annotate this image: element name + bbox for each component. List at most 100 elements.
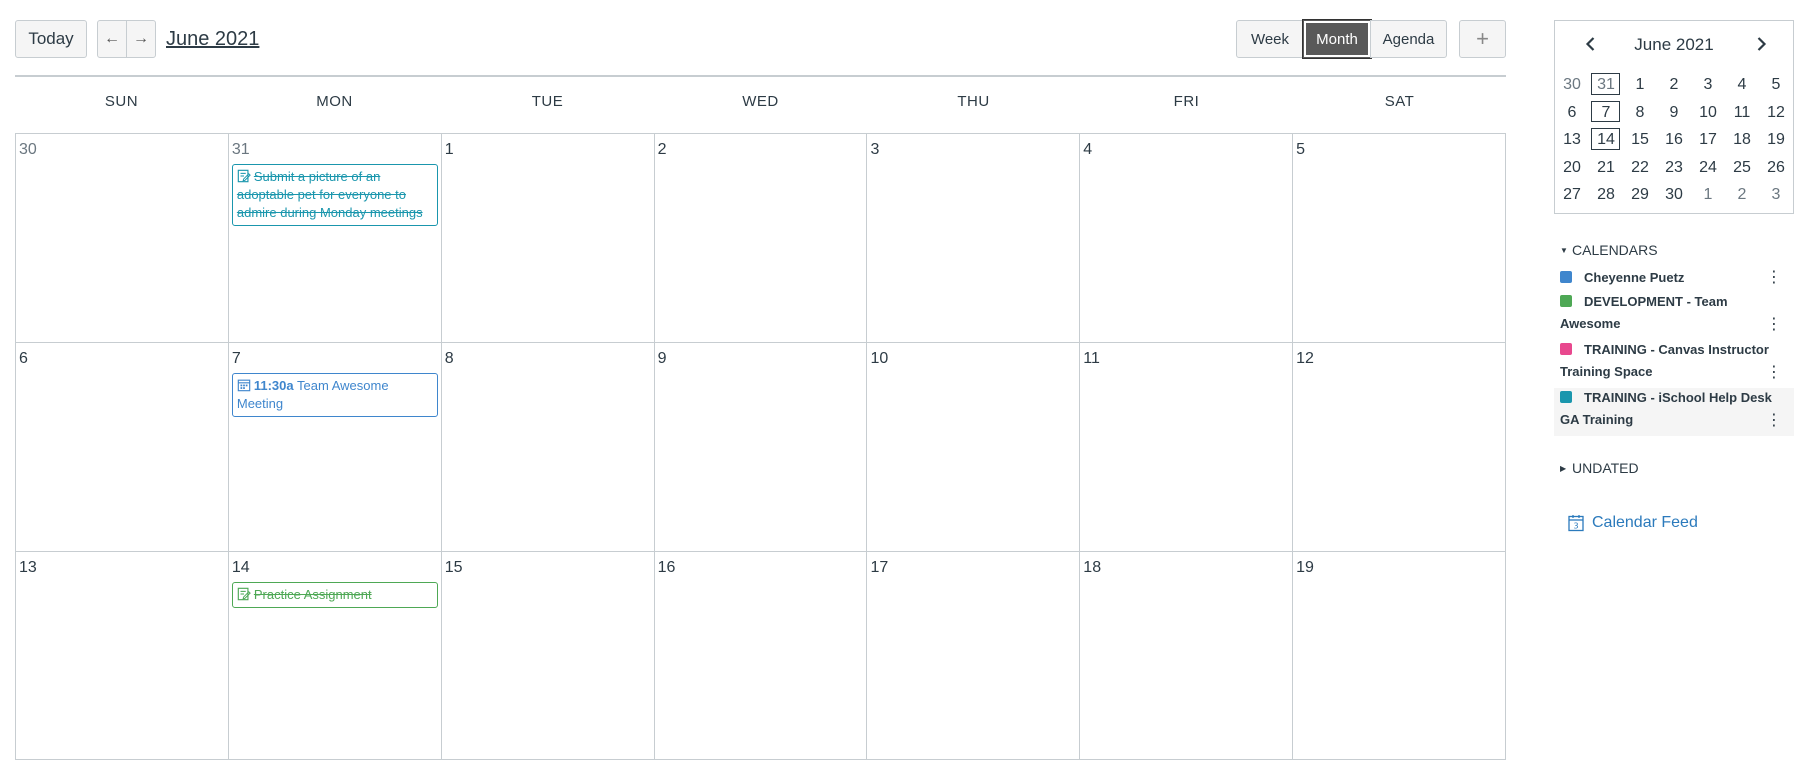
day-cell[interactable]: 11 bbox=[1079, 343, 1292, 551]
mini-day[interactable]: 31 bbox=[1589, 71, 1623, 99]
mini-day[interactable]: 6 bbox=[1555, 99, 1589, 127]
mini-day[interactable]: 8 bbox=[1623, 99, 1657, 127]
day-number: 1 bbox=[444, 141, 454, 158]
more-options-icon[interactable]: ⋮ bbox=[1766, 410, 1782, 430]
day-number: 19 bbox=[1296, 559, 1314, 576]
assignment-icon bbox=[237, 169, 251, 183]
day-number: 10 bbox=[870, 350, 889, 367]
calendar-event[interactable]: 11:30a Team Awesome Meeting bbox=[231, 373, 438, 417]
mini-day[interactable]: 25 bbox=[1725, 154, 1759, 182]
mini-day[interactable]: 27 bbox=[1555, 181, 1589, 209]
mini-day[interactable]: 9 bbox=[1657, 99, 1691, 127]
mini-day[interactable]: 3 bbox=[1759, 181, 1793, 209]
mini-day[interactable]: 5 bbox=[1759, 71, 1793, 99]
calendar-item[interactable]: Cheyenne Puetz ⋮ bbox=[1554, 266, 1794, 292]
mini-day[interactable]: 12 bbox=[1759, 99, 1793, 127]
more-options-icon[interactable]: ⋮ bbox=[1766, 267, 1782, 287]
mini-day[interactable]: 3 bbox=[1691, 71, 1725, 99]
more-options-icon[interactable]: ⋮ bbox=[1766, 314, 1782, 334]
week-row: 6 7 11:30a Team Awesome Meeting 8 9 10 1… bbox=[15, 342, 1507, 551]
mini-day[interactable]: 30 bbox=[1555, 71, 1589, 99]
day-number: 15 bbox=[444, 559, 463, 576]
mini-day[interactable]: 26 bbox=[1759, 154, 1793, 182]
mini-day[interactable]: 21 bbox=[1589, 154, 1623, 182]
mini-day[interactable]: 13 bbox=[1555, 126, 1589, 154]
mini-day[interactable]: 30 bbox=[1657, 181, 1691, 209]
day-cell[interactable]: 31 Submit a picture of an adoptable pet … bbox=[227, 134, 441, 342]
mini-day[interactable]: 23 bbox=[1657, 154, 1691, 182]
undated-toggle[interactable]: ▶ UNDATED bbox=[1560, 460, 1639, 476]
chevron-right-icon[interactable] bbox=[1751, 34, 1771, 54]
mini-week-row: 20 21 22 23 24 25 26 bbox=[1555, 154, 1793, 182]
mini-week-row: 6 7 8 9 10 11 12 bbox=[1555, 99, 1793, 127]
day-number: 31 bbox=[231, 141, 250, 158]
day-cell[interactable]: 3 bbox=[866, 134, 1079, 342]
day-cell[interactable]: 30 bbox=[15, 134, 228, 342]
mini-day[interactable]: 19 bbox=[1759, 126, 1793, 154]
day-cell[interactable]: 1 bbox=[440, 134, 654, 342]
mini-week-row: 13 14 15 16 17 18 19 bbox=[1555, 126, 1793, 154]
mini-day[interactable]: 2 bbox=[1657, 71, 1691, 99]
day-cell[interactable]: 4 bbox=[1079, 134, 1292, 342]
mini-day[interactable]: 29 bbox=[1623, 181, 1657, 209]
mini-day[interactable]: 17 bbox=[1691, 126, 1725, 154]
calendar-event[interactable]: Submit a picture of an adoptable pet for… bbox=[231, 164, 438, 226]
day-cell[interactable]: 14 Practice Assignment bbox=[227, 552, 441, 759]
day-cell[interactable]: 7 11:30a Team Awesome Meeting bbox=[227, 343, 441, 551]
next-month-button[interactable]: → bbox=[126, 20, 156, 58]
day-cell[interactable]: 9 bbox=[653, 343, 867, 551]
day-cell[interactable]: 13 bbox=[15, 552, 228, 759]
mini-week-row: 30 31 1 2 3 4 5 bbox=[1555, 71, 1793, 99]
mini-day[interactable]: 1 bbox=[1691, 181, 1725, 209]
day-number: 8 bbox=[444, 350, 454, 367]
day-cell[interactable]: 2 bbox=[653, 134, 867, 342]
add-event-button[interactable]: + bbox=[1459, 20, 1506, 58]
caret-right-icon: ▶ bbox=[1560, 464, 1567, 473]
mini-day[interactable]: 2 bbox=[1725, 181, 1759, 209]
view-week-button[interactable]: Week bbox=[1236, 20, 1304, 58]
day-cell[interactable]: 15 bbox=[440, 552, 654, 759]
view-month-button[interactable]: Month bbox=[1303, 20, 1371, 58]
day-cell[interactable]: 8 bbox=[440, 343, 654, 551]
prev-month-button[interactable]: ← bbox=[97, 20, 127, 58]
calendars-toggle[interactable]: ▼ CALENDARS bbox=[1560, 242, 1658, 258]
view-agenda-button[interactable]: Agenda bbox=[1370, 20, 1447, 58]
month-navigation: ← → bbox=[97, 20, 157, 58]
week-row: 30 31 Submit a picture of an adoptable p… bbox=[15, 133, 1507, 342]
calendar-title-link[interactable]: June 2021 bbox=[166, 28, 259, 51]
calendar-feed-label: Calendar Feed bbox=[1592, 514, 1698, 531]
mini-day[interactable]: 22 bbox=[1623, 154, 1657, 182]
mini-day[interactable]: 7 bbox=[1589, 99, 1623, 127]
day-cell[interactable]: 10 bbox=[866, 343, 1079, 551]
mini-day[interactable]: 1 bbox=[1623, 71, 1657, 99]
day-cell[interactable]: 16 bbox=[653, 552, 867, 759]
calendar-item[interactable]: DEVELOPMENT - Team Awesome ⋮ bbox=[1554, 292, 1794, 340]
weekday-fri: FRI bbox=[1173, 93, 1200, 110]
calendar-item[interactable]: TRAINING - iSchool Help Desk GA Training… bbox=[1554, 388, 1794, 436]
mini-day[interactable]: 16 bbox=[1657, 126, 1691, 154]
today-button[interactable]: Today bbox=[15, 20, 87, 58]
calendar-feed-link[interactable]: 3 Calendar Feed bbox=[1568, 514, 1698, 532]
week-row: 13 14 Practice Assignment 15 16 17 18 19 bbox=[15, 551, 1507, 760]
mini-day[interactable]: 11 bbox=[1725, 99, 1759, 127]
day-cell[interactable]: 17 bbox=[866, 552, 1079, 759]
mini-day[interactable]: 18 bbox=[1725, 126, 1759, 154]
day-cell[interactable]: 6 bbox=[15, 343, 228, 551]
calendar-event[interactable]: Practice Assignment bbox=[231, 582, 438, 608]
day-number: 18 bbox=[1083, 559, 1102, 576]
day-cell[interactable]: 19 bbox=[1292, 552, 1507, 759]
day-cell[interactable]: 5 bbox=[1292, 134, 1507, 342]
mini-calendar-grid: 30 31 1 2 3 4 5 6 7 8 9 10 11 12 13 14 1… bbox=[1555, 71, 1793, 209]
calendar-item[interactable]: TRAINING - Canvas Instructor Training Sp… bbox=[1554, 340, 1794, 388]
day-number: 13 bbox=[19, 559, 37, 576]
mini-day[interactable]: 14 bbox=[1589, 126, 1623, 154]
mini-day[interactable]: 24 bbox=[1691, 154, 1725, 182]
mini-day[interactable]: 4 bbox=[1725, 71, 1759, 99]
more-options-icon[interactable]: ⋮ bbox=[1766, 362, 1782, 382]
day-cell[interactable]: 12 bbox=[1292, 343, 1507, 551]
mini-day[interactable]: 20 bbox=[1555, 154, 1589, 182]
mini-day[interactable]: 10 bbox=[1691, 99, 1725, 127]
day-cell[interactable]: 18 bbox=[1079, 552, 1292, 759]
mini-day[interactable]: 15 bbox=[1623, 126, 1657, 154]
mini-day[interactable]: 28 bbox=[1589, 181, 1623, 209]
